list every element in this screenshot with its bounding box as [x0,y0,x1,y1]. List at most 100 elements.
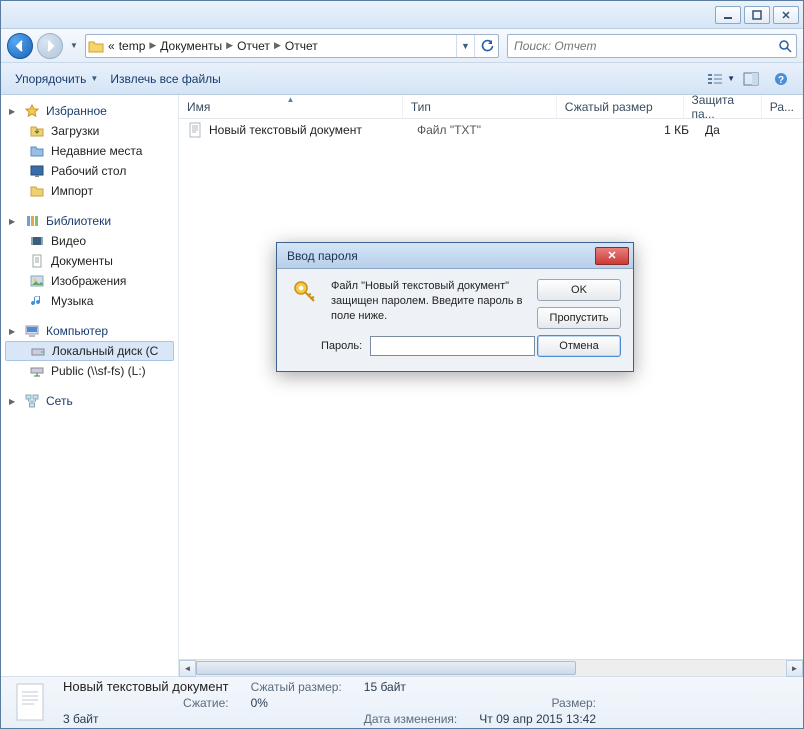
extract-label: Извлечь все файлы [110,72,220,86]
sidebar-item-downloads[interactable]: Загрузки [1,121,178,141]
sidebar: ▶ Избранное Загрузки Недавние места Рабоч… [1,95,179,676]
refresh-button[interactable] [474,35,498,57]
address-bar[interactable]: « temp▶ Документы▶ Отчет▶ Отчет ▼ [85,34,499,58]
password-input[interactable] [370,336,535,356]
sidebar-item-label: Недавние места [51,144,142,158]
address-dropdown[interactable]: ▼ [456,35,474,57]
sidebar-network-header[interactable]: ▶Сеть [1,391,178,411]
sidebar-item-label: Изображения [51,274,126,288]
dialog-title: Ввод пароля [287,249,358,263]
column-size[interactable]: Сжатый размер [557,95,684,118]
skip-button[interactable]: Пропустить [537,307,621,329]
sidebar-favorites-header[interactable]: ▶ Избранное [1,101,178,121]
organize-menu[interactable]: Упорядочить ▼ [9,68,104,90]
video-icon [29,233,45,249]
chevron-right-icon: ▶ [147,40,158,51]
column-ratio[interactable]: Ра... [762,95,803,118]
organize-label: Упорядочить [15,72,86,86]
sidebar-label: Избранное [46,104,107,118]
sidebar-item-documents[interactable]: Документы [1,251,178,271]
sidebar-item-desktop[interactable]: Рабочий стол [1,161,178,181]
sidebar-item-music[interactable]: Музыка [1,291,178,311]
sidebar-item-videos[interactable]: Видео [1,231,178,251]
horizontal-scrollbar[interactable]: ◄ ► [179,659,803,676]
collapse-icon: ▶ [9,397,18,406]
search-icon[interactable] [774,39,796,53]
sidebar-item-label: Рабочий стол [51,164,126,178]
column-protection[interactable]: Защита па... [684,95,762,118]
maximize-button[interactable] [744,6,770,24]
details-size-label: Сжатый размер: [251,680,342,694]
column-label: Имя [187,100,210,114]
details-size-value: 15 байт [364,680,458,694]
sidebar-item-recent[interactable]: Недавние места [1,141,178,161]
sort-indicator-icon: ▲ [286,95,294,104]
breadcrumb-item[interactable]: Документы [158,35,224,57]
back-button[interactable] [7,33,33,59]
cancel-button[interactable]: Отмена [537,335,621,357]
sidebar-item-label: Public (\\sf-fs) (L:) [51,364,146,378]
ok-button[interactable]: OK [537,279,621,301]
computer-icon [24,323,40,339]
sidebar-label: Компьютер [46,324,108,338]
forward-button[interactable] [37,33,63,59]
svg-text:?: ? [778,75,784,86]
column-label: Тип [411,100,431,114]
sidebar-item-label: Импорт [51,184,93,198]
breadcrumb-item[interactable]: temp [117,35,148,57]
network-icon [24,393,40,409]
scroll-right-button[interactable]: ► [786,660,803,677]
column-label: Защита па... [692,93,753,121]
dialog-titlebar[interactable]: Ввод пароля ✕ [277,243,633,269]
sidebar-item-label: Локальный диск (C [52,344,158,358]
sidebar-item-pictures[interactable]: Изображения [1,271,178,291]
sidebar-computer-header[interactable]: ▶ Компьютер [1,321,178,341]
sidebar-item-label: Видео [51,234,86,248]
scroll-thumb[interactable] [196,661,576,675]
dialog-message: Файл "Новый текстовый документ" защищен … [331,279,527,325]
file-protection: Да [697,123,777,137]
column-headers: Имя ▲ Тип Сжатый размер Защита па... Ра..… [179,95,803,119]
history-dropdown[interactable]: ▼ [67,33,81,59]
column-name[interactable]: Имя ▲ [179,95,403,118]
breadcrumb-prefix[interactable]: « [106,35,117,57]
breadcrumb-item[interactable]: Отчет [235,35,272,57]
search-input[interactable] [508,39,774,53]
breadcrumb-item[interactable]: Отчет [283,35,320,57]
sidebar-libraries-header[interactable]: ▶Библиотеки [1,211,178,231]
collapse-icon: ▶ [9,107,18,116]
help-button[interactable]: ? [767,67,795,91]
collapse-icon: ▶ [9,327,18,336]
column-label: Ра... [770,100,794,114]
sidebar-item-local-disk[interactable]: Локальный диск (C [5,341,174,361]
file-list[interactable]: Новый текстовый документ Файл "TXT" 1 КБ… [179,119,803,659]
minimize-button[interactable] [715,6,741,24]
file-name: Новый текстовый документ [209,123,362,137]
details-date-label: Дата изменения: [364,712,458,726]
sidebar-label: Библиотеки [46,214,111,228]
close-button[interactable] [773,6,799,24]
breadcrumb: « temp▶ Документы▶ Отчет▶ Отчет [106,35,456,57]
chevron-right-icon: ▶ [272,40,283,51]
file-row[interactable]: Новый текстовый документ Файл "TXT" 1 КБ… [179,119,803,141]
search-box[interactable] [507,34,797,58]
scroll-left-button[interactable]: ◄ [179,660,196,677]
network-drive-icon [29,363,45,379]
sidebar-item-network-drive[interactable]: Public (\\sf-fs) (L:) [1,361,178,381]
pictures-icon [29,273,45,289]
column-type[interactable]: Тип [403,95,557,118]
file-type: Файл "TXT" [409,123,567,137]
password-dialog: Ввод пароля ✕ Файл "Новый текстовый доку… [276,242,634,372]
sidebar-item-import[interactable]: Импорт [1,181,178,201]
dialog-close-button[interactable]: ✕ [595,247,629,265]
libraries-icon [24,213,40,229]
view-options-button[interactable]: ▼ [707,67,735,91]
text-file-icon [187,122,203,138]
preview-pane-button[interactable] [737,67,765,91]
sidebar-item-label: Документы [51,254,113,268]
chevron-down-icon: ▼ [90,74,98,83]
documents-icon [29,253,45,269]
star-icon [24,103,40,119]
titlebar [1,1,803,29]
extract-all-button[interactable]: Извлечь все файлы [104,68,226,90]
